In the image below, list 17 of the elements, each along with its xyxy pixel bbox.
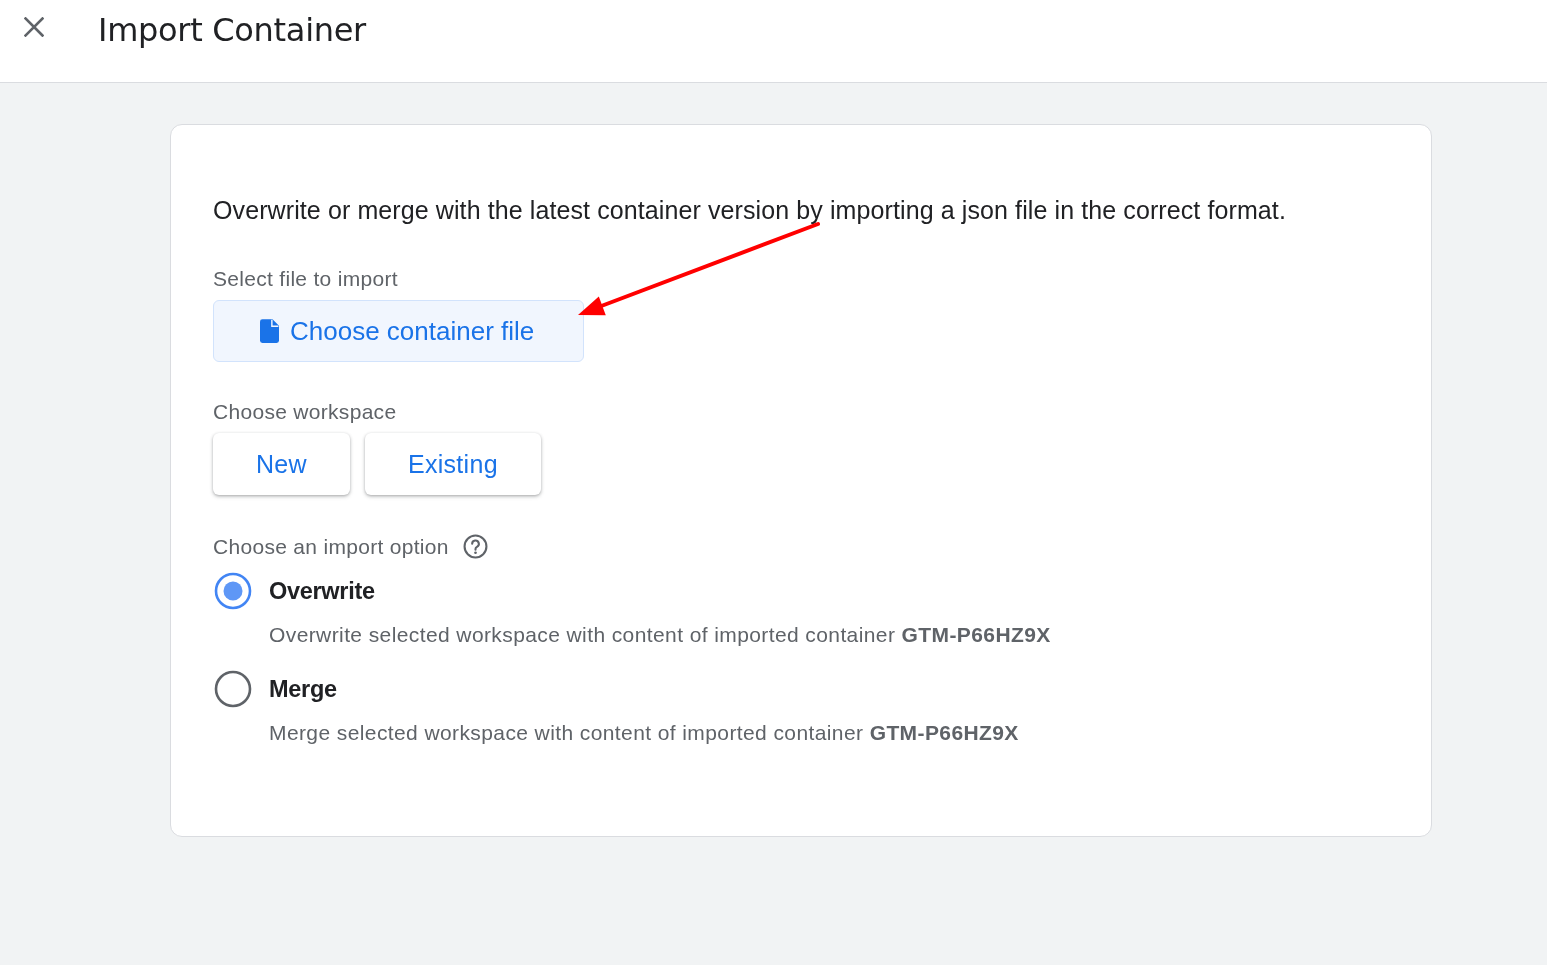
option-title: Merge [269, 675, 337, 703]
workspace-button[interactable]: Existing [364, 433, 541, 495]
option-description: Overwrite selected workspace with content of imported container GTM-P66HZ9X [269, 623, 1051, 647]
option-title: Overwrite [269, 577, 375, 605]
description-text: Overwrite or merge with the latest container version by importing a json file in the correct format. [213, 195, 1286, 225]
choose-file-button[interactable]: Choose container file [213, 300, 584, 362]
help-icon[interactable] [462, 534, 488, 559]
field-label: Choose an import option [213, 534, 449, 559]
close-icon[interactable] [24, 17, 44, 37]
option-description: Merge selected workspace with content of imported container GTM-P66HZ9X [269, 721, 1019, 745]
radio-button[interactable] [214, 670, 252, 708]
field-label: Choose workspace [213, 400, 397, 424]
file-icon [260, 319, 279, 343]
field-label: Select file to import [213, 267, 398, 291]
page-title: Import Container [98, 10, 366, 51]
radio-button[interactable] [214, 572, 252, 610]
workspace-button[interactable]: New [213, 433, 350, 495]
